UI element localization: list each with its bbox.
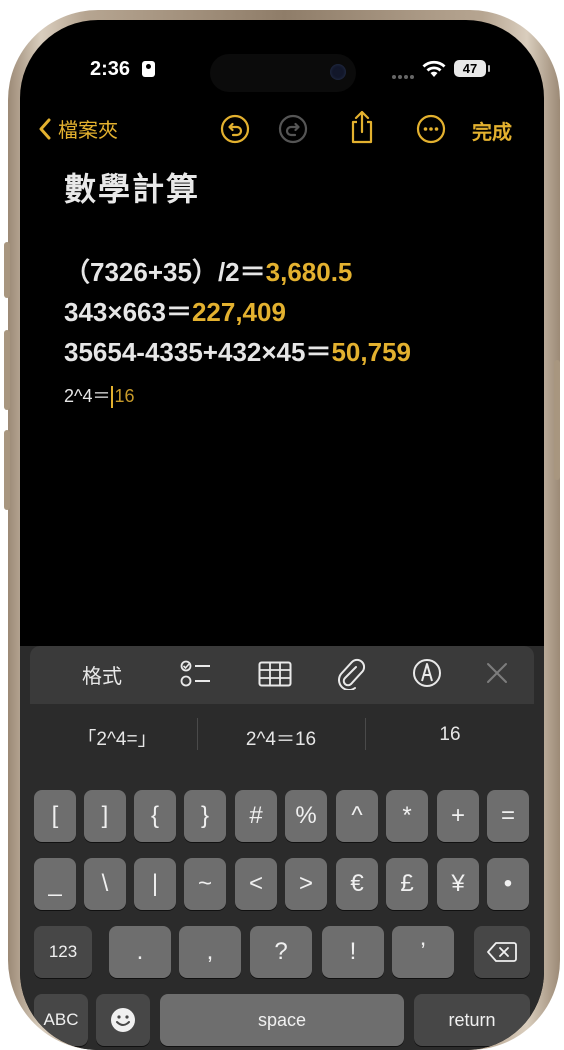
- table-icon[interactable]: [258, 661, 292, 687]
- back-label: 檔案夾: [58, 120, 118, 142]
- undo-icon[interactable]: [220, 114, 250, 144]
- contact-card-icon: [142, 61, 155, 77]
- key[interactable]: <: [235, 858, 277, 910]
- key[interactable]: €: [336, 858, 378, 910]
- math-line: （7326+35）/2＝3,680.5: [64, 252, 524, 292]
- markup-pen-icon[interactable]: [412, 658, 442, 688]
- abc-mode-key[interactable]: ABC: [34, 994, 88, 1046]
- math-line-editing: 2^4＝ 16: [64, 376, 524, 416]
- key[interactable]: •: [487, 858, 529, 910]
- more-options-icon[interactable]: [416, 114, 446, 144]
- wifi-icon: [422, 60, 446, 77]
- status-bar: 2:36 47: [20, 20, 544, 120]
- action-button: [4, 242, 10, 298]
- volume-up-button: [4, 330, 10, 410]
- note-body[interactable]: 數學計算 （7326+35）/2＝3,680.5 343×663＝227,409…: [64, 160, 524, 416]
- suggestion-item[interactable]: 2^4＝16: [206, 724, 356, 751]
- math-result: 3,680.5: [265, 257, 353, 287]
- notes-toolbar: 檔案夾 完成: [20, 110, 544, 150]
- expression: （7326+35）/2＝: [64, 257, 266, 287]
- key[interactable]: £: [386, 858, 428, 910]
- key[interactable]: .: [109, 926, 171, 978]
- volume-down-button: [4, 430, 10, 510]
- signal-dots-icon: [392, 66, 416, 84]
- keyboard: 格式 「2^4=」 2^4＝16 16 [] {} # % ^ * + = …: [20, 646, 544, 1050]
- suggestion-bar: 「2^4=」 2^4＝16 16: [20, 704, 544, 766]
- divider: [365, 718, 366, 750]
- camera-lens: [330, 64, 346, 80]
- key[interactable]: ]: [84, 790, 126, 842]
- share-icon[interactable]: [348, 110, 376, 144]
- note-title: 數學計算: [64, 171, 201, 207]
- chevron-left-icon: [39, 118, 51, 139]
- key[interactable]: }: [184, 790, 226, 842]
- status-time: 2:36: [90, 58, 131, 80]
- space-key[interactable]: space: [160, 994, 404, 1046]
- screen: 2:36 47 檔案夾 完成 數學計算 （7326+35）/2＝3,680.5 …: [20, 20, 544, 1050]
- power-button: [554, 360, 560, 480]
- key[interactable]: _: [34, 858, 76, 910]
- emoji-icon: [111, 1008, 135, 1032]
- close-icon[interactable]: [486, 662, 508, 684]
- key[interactable]: \: [84, 858, 126, 910]
- key[interactable]: ’: [392, 926, 454, 978]
- backspace-icon: [487, 942, 517, 962]
- emoji-key[interactable]: [96, 994, 150, 1046]
- math-result: 50,759: [331, 337, 411, 367]
- key[interactable]: ?: [250, 926, 312, 978]
- key[interactable]: #: [235, 790, 277, 842]
- numbers-mode-key[interactable]: 123: [34, 926, 92, 978]
- key[interactable]: *: [386, 790, 428, 842]
- key[interactable]: [: [34, 790, 76, 842]
- battery-indicator: 47: [454, 60, 490, 77]
- format-button[interactable]: 格式: [82, 660, 122, 689]
- key[interactable]: !: [322, 926, 384, 978]
- math-line: 35654-4335+432×45＝50,759: [64, 332, 524, 372]
- suggestion-item[interactable]: 「2^4=」: [42, 724, 192, 751]
- divider: [197, 718, 198, 750]
- math-line: 343×663＝227,409: [64, 292, 524, 332]
- checklist-icon[interactable]: [180, 659, 212, 689]
- key[interactable]: +: [437, 790, 479, 842]
- key[interactable]: |: [134, 858, 176, 910]
- key[interactable]: ,: [179, 926, 241, 978]
- paperclip-icon[interactable]: [336, 658, 366, 690]
- expression: 2^4＝: [64, 386, 111, 406]
- suggestion-item[interactable]: 16: [375, 724, 525, 746]
- key[interactable]: ~: [184, 858, 226, 910]
- key[interactable]: ^: [336, 790, 378, 842]
- return-key[interactable]: return: [414, 994, 530, 1046]
- back-to-folders-button[interactable]: 檔案夾: [38, 114, 118, 143]
- redo-icon[interactable]: [278, 114, 308, 144]
- key[interactable]: ¥: [437, 858, 479, 910]
- key[interactable]: %: [285, 790, 327, 842]
- math-result-preview: 16: [114, 386, 135, 406]
- math-result: 227,409: [191, 297, 286, 327]
- key[interactable]: {: [134, 790, 176, 842]
- done-button[interactable]: 完成: [472, 116, 512, 145]
- expression: 35654-4335+432×45＝: [64, 337, 332, 367]
- key[interactable]: =: [487, 790, 529, 842]
- format-bar: 格式: [30, 646, 534, 704]
- expression: 343×663＝: [64, 297, 192, 327]
- delete-key[interactable]: [474, 926, 530, 978]
- key[interactable]: >: [285, 858, 327, 910]
